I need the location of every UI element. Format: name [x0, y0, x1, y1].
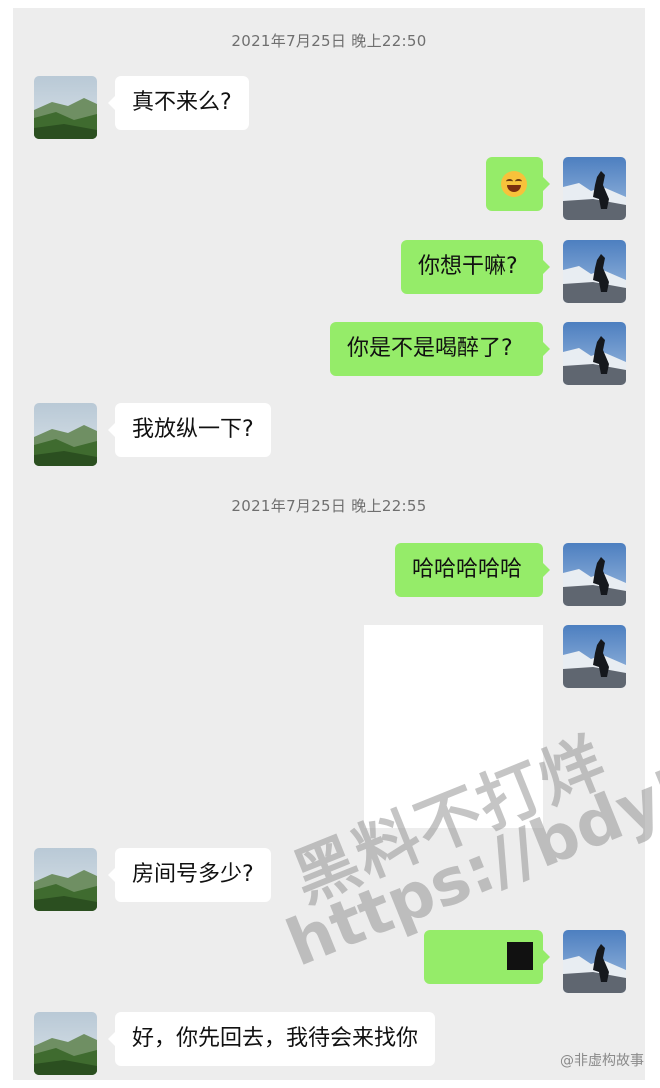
contact-avatar[interactable] [34, 403, 97, 466]
contact-avatar[interactable] [34, 848, 97, 911]
redaction-block [507, 942, 533, 970]
message-bubble-sent[interactable]: 你想干嘛? [401, 240, 550, 294]
landscape-avatar-icon [34, 1012, 97, 1075]
emoji-message-bubble[interactable] [486, 157, 550, 211]
landscape-avatar-icon [34, 403, 97, 466]
message-bubble-received[interactable]: 我放纵一下? [108, 403, 271, 457]
my-avatar[interactable] [563, 157, 626, 220]
message-bubble-received[interactable]: 真不来么? [108, 76, 249, 130]
rider-silhouette-avatar-icon [563, 930, 626, 993]
rider-silhouette-avatar-icon [563, 543, 626, 606]
message-bubble-received[interactable]: 好，你先回去，我待会来找你 [107, 1012, 436, 1066]
message-bubble-sent[interactable]: 你是不是喝醉了? [330, 322, 550, 376]
my-avatar[interactable] [563, 625, 626, 688]
contact-avatar[interactable] [34, 76, 97, 139]
my-avatar[interactable] [563, 543, 626, 606]
message-bubble-sent[interactable]: 哈哈哈哈哈 [395, 543, 550, 597]
rider-silhouette-avatar-icon [563, 625, 626, 688]
my-avatar[interactable] [563, 240, 626, 303]
image-message[interactable] [364, 625, 543, 828]
message-bubble-received[interactable]: 房间号多少? [108, 848, 271, 902]
timestamp: 2021年7月25日 晚上22:55 [231, 497, 427, 515]
my-avatar[interactable] [563, 322, 626, 385]
source-signature: @非虚构故事 [560, 1053, 644, 1069]
rider-silhouette-avatar-icon [563, 322, 626, 385]
grinning-sweat-emoji-icon [501, 171, 527, 197]
redacted-message-bubble[interactable] [424, 930, 550, 984]
chat-area[interactable]: 2021年7月25日 晚上22:50 真不来么? 你想干嘛? 你是不是喝醉了? … [13, 8, 645, 1080]
my-avatar[interactable] [563, 930, 626, 993]
rider-silhouette-avatar-icon [563, 240, 626, 303]
rider-silhouette-avatar-icon [563, 157, 626, 220]
contact-avatar[interactable] [34, 1012, 97, 1075]
landscape-avatar-icon [34, 848, 97, 911]
landscape-avatar-icon [34, 76, 97, 139]
timestamp: 2021年7月25日 晚上22:50 [231, 32, 427, 50]
